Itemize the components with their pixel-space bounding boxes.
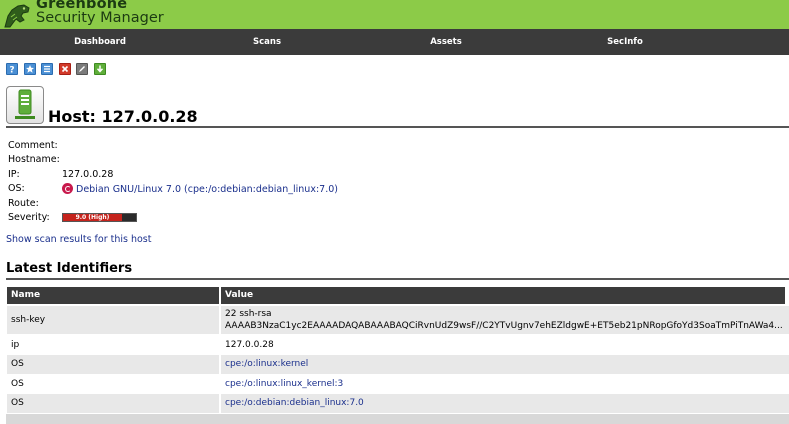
hostname-label: Hostname: (8, 154, 60, 165)
page-title: Host: 127.0.0.28 (48, 107, 198, 126)
ip-label: IP: (8, 169, 20, 180)
identifier-name: OS (7, 355, 219, 374)
table-footer (6, 414, 789, 424)
new-icon[interactable] (23, 63, 36, 75)
table-row: OS cpe:/o:debian:debian_linux:7.0 (6, 394, 789, 413)
host-icon (6, 86, 44, 124)
nav-scans[interactable]: Scans (253, 29, 281, 55)
page: Greenbone Security Manager Dashboard Sca… (0, 0, 789, 424)
identifier-value: 127.0.0.28 (221, 336, 789, 354)
brand-name: Greenbone Security Manager (36, 0, 164, 25)
severity-value: 9.0 (High) (75, 214, 110, 221)
identifier-name: OS (7, 375, 219, 394)
identifier-name: ssh-key (7, 306, 219, 334)
debian-icon (62, 183, 73, 194)
show-scan-results-link[interactable]: Show scan results for this host (6, 234, 151, 245)
identifier-value-link[interactable]: cpe:/o:linux:linux_kernel:3 (221, 375, 789, 394)
main-nav: Dashboard Scans Assets SecInfo (0, 29, 789, 55)
identifier-value-link[interactable]: cpe:/o:linux:kernel (221, 355, 789, 374)
identifier-value-link[interactable]: cpe:/o:debian:debian_linux:7.0 (221, 394, 789, 413)
os-link[interactable]: Debian GNU/Linux 7.0 (cpe:/o:debian:debi… (76, 184, 338, 195)
os-label: OS: (8, 183, 25, 194)
edit-icon[interactable] (76, 63, 89, 75)
severity-bar: 9.0 (High) (62, 213, 137, 222)
table-row: ip 127.0.0.28 (6, 336, 789, 354)
identifiers-section-title: Latest Identifiers (6, 261, 133, 276)
title-divider (6, 126, 789, 128)
column-header-name: Name (7, 287, 219, 304)
help-icon[interactable]: ? (6, 63, 18, 75)
identifier-value-line: 22 ssh-rsa (225, 309, 272, 319)
identifier-value-line: AAAAB3NzaC1yc2EAAAADAQABAAABAQCiRvnUdZ9w… (225, 321, 783, 331)
column-header-value: Value (221, 287, 785, 304)
delete-icon[interactable] (58, 63, 71, 75)
identifier-name: ip (7, 336, 219, 354)
nav-dashboard[interactable]: Dashboard (74, 29, 126, 55)
svg-text:?: ? (9, 66, 14, 75)
table-row: OS cpe:/o:linux:kernel (6, 355, 789, 374)
section-divider (6, 278, 789, 280)
app-header: Greenbone Security Manager (0, 0, 789, 29)
table-row: OS cpe:/o:linux:linux_kernel:3 (6, 375, 789, 394)
brand-line-2: Security Manager (36, 10, 164, 26)
os-value-container: Debian GNU/Linux 7.0 (cpe:/o:debian:debi… (62, 183, 338, 195)
list-icon[interactable] (41, 63, 54, 75)
export-icon[interactable] (93, 63, 106, 75)
severity-label: Severity: (8, 212, 50, 223)
toolbar: ? (6, 63, 106, 76)
identifier-value: 22 ssh-rsa AAAAB3NzaC1yc2EAAAADAQABAAABA… (221, 306, 789, 334)
nav-secinfo[interactable]: SecInfo (607, 29, 643, 55)
greenbone-logo-icon[interactable] (2, 0, 32, 29)
table-row: ssh-key 22 ssh-rsa AAAAB3NzaC1yc2EAAAADA… (6, 306, 789, 334)
route-label: Route: (8, 198, 39, 209)
ip-value: 127.0.0.28 (62, 169, 114, 180)
identifier-name: OS (7, 394, 219, 413)
nav-assets[interactable]: Assets (430, 29, 462, 55)
comment-label: Comment: (8, 140, 58, 151)
